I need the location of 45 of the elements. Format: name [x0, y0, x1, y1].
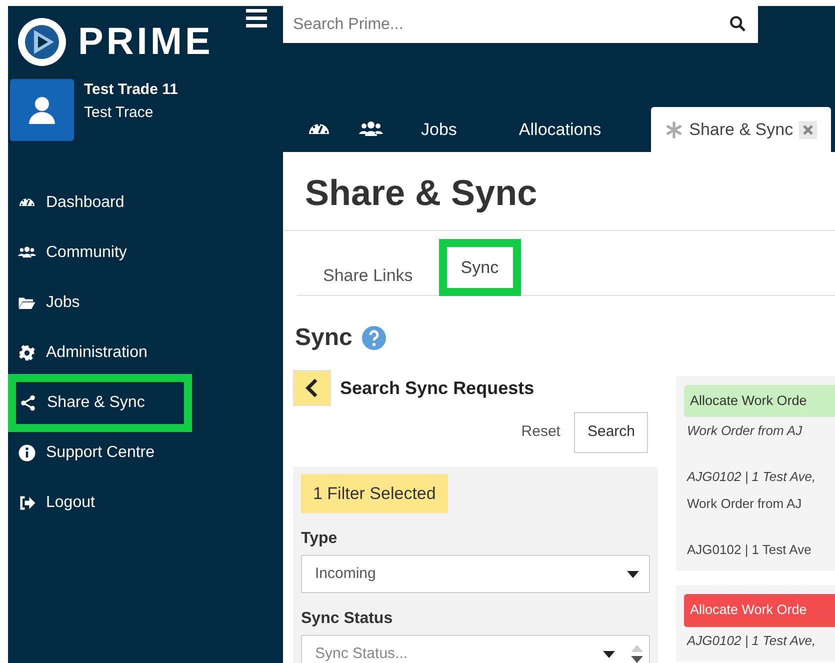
- search-field[interactable]: Search Prime...: [283, 6, 758, 43]
- tab[interactable]: Share Links: [297, 248, 439, 295]
- logo-icon: [16, 16, 68, 68]
- sidebar-item[interactable]: Community: [8, 228, 192, 278]
- field-label: Sync Status: [301, 609, 394, 629]
- dropdown-field[interactable]: Incoming: [301, 555, 650, 593]
- tab[interactable]: Sync: [438, 239, 521, 296]
- status-header: Allocate Work Orde: [684, 385, 835, 418]
- section-title: Sync: [295, 323, 352, 353]
- menu-icon[interactable]: [246, 9, 267, 29]
- search-button[interactable]: Search: [574, 412, 648, 452]
- close-icon[interactable]: [799, 120, 818, 138]
- field-label: Type: [301, 529, 338, 549]
- sidebar-item[interactable]: Logout: [8, 478, 192, 528]
- result-text: Work Order from AJ: [686, 422, 804, 440]
- logout-icon: [18, 494, 36, 512]
- asterisk-icon: [665, 120, 684, 138]
- sidebar-item[interactable]: Share & Sync: [8, 374, 192, 432]
- tab-label: Share & Sync: [689, 118, 794, 141]
- caret-icon: [627, 570, 639, 578]
- page-title: Share & Sync: [283, 152, 835, 231]
- user-name: Test Trade 11: [84, 80, 178, 100]
- logo-text: PRIME: [78, 20, 214, 64]
- help-icon[interactable]: [362, 326, 386, 350]
- result-text: AJG0102 | 1 Test Ave: [686, 540, 812, 559]
- tab[interactable]: Allocations: [494, 107, 640, 152]
- share-icon: [19, 394, 37, 412]
- status-header: Allocate Work Orde: [684, 594, 835, 626]
- panel-title: Search Sync Requests: [340, 376, 534, 400]
- result-text: Work Order from AJ: [686, 495, 803, 514]
- sidebar-item[interactable]: Jobs: [8, 278, 192, 328]
- sidebar-item[interactable]: Dashboard: [8, 178, 192, 228]
- gear-icon: [18, 344, 36, 362]
- tab[interactable]: Share & Sync: [651, 107, 832, 152]
- result-text: AJG0102 | 1 Test Ave,: [686, 468, 817, 486]
- reset-button[interactable]: Reset: [521, 421, 560, 444]
- back-button[interactable]: [293, 370, 331, 406]
- tab[interactable]: Jobs: [397, 107, 495, 152]
- info-icon: [18, 444, 36, 462]
- result-text: AJG0102 | 1 Test Ave,: [686, 632, 817, 650]
- filter-badge: 1 Filter Selected: [301, 474, 448, 513]
- chevron-left-icon: [305, 378, 319, 398]
- search-icon[interactable]: [729, 15, 746, 32]
- user-avatar: [10, 79, 74, 141]
- user-subtitle: Test Trace: [84, 102, 154, 122]
